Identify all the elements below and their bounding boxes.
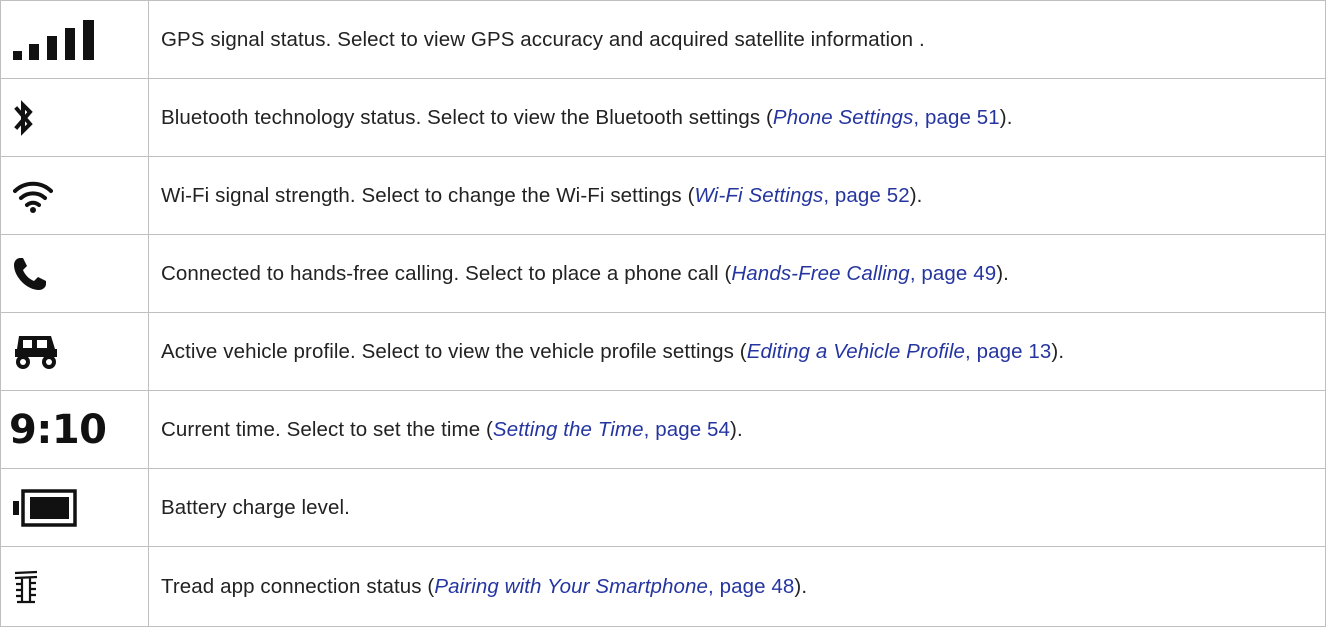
description-text: Active vehicle profile. Select to view t… [161,339,747,363]
icon-table: GPS signal status. Select to view GPS ac… [0,0,1326,627]
description-text: Battery charge level. [161,495,350,519]
link-title: Setting the Time [492,417,644,441]
phone-icon [14,257,46,290]
icon-cell [0,78,149,157]
cross-reference-link[interactable]: Phone Settings, page 51 [773,106,1000,129]
icon-cell [0,234,149,313]
description-text: Connected to hands-free calling. Select … [161,261,732,285]
wifi-icon [13,181,53,213]
description-end: ). [996,261,1009,285]
description-cell: Connected to hands-free calling. Select … [148,234,1326,313]
link-page: , page 48 [708,574,795,598]
cross-reference-link[interactable]: Setting the Time, page 54 [493,418,730,441]
icon-cell [0,468,149,547]
gps-signal-icon [13,19,94,60]
link-title: Pairing with Your Smartphone [434,574,708,598]
description-text: Current time. Select to set the time ( [161,417,493,441]
icon-cell [0,312,149,391]
table-row: Connected to hands-free calling. Select … [0,234,1326,313]
description-cell: Bluetooth technology status. Select to v… [148,78,1326,157]
description-cell: GPS signal status. Select to view GPS ac… [148,0,1326,79]
link-page: , page 13 [965,339,1052,363]
cross-reference-link[interactable]: Pairing with Your Smartphone, page 48 [434,575,794,598]
description-text: Bluetooth technology status. Select to v… [161,105,773,129]
cross-reference-link[interactable]: Hands-Free Calling, page 49 [731,262,996,285]
table-row: Tread app connection status (Pairing wit… [0,546,1326,627]
description-end: ). [730,417,743,441]
battery-icon [13,488,77,527]
icon-cell [0,546,149,627]
description-text: Tread app connection status ( [161,574,435,598]
tread-app-icon [14,570,38,603]
table-row: 9:10 Current time. Select to set the tim… [0,390,1326,469]
cross-reference-link[interactable]: Wi-Fi Settings, page 52 [695,184,910,207]
table-row: Wi-Fi signal strength. Select to change … [0,156,1326,235]
description-end: ). [794,574,808,598]
time-icon: 9:10 [9,406,107,453]
link-title: Editing a Vehicle Profile [746,339,965,363]
link-title: Hands-Free Calling [731,261,910,285]
icon-cell: 9:10 [0,390,149,469]
link-page: , page 54 [643,417,731,441]
description-end: ). [999,105,1013,129]
table-row: Battery charge level. [0,468,1326,547]
description-cell: Wi-Fi signal strength. Select to change … [148,156,1326,235]
description-text: Wi-Fi signal strength. Select to change … [161,183,695,207]
description-cell: Battery charge level. [148,468,1326,547]
cross-reference-link[interactable]: Editing a Vehicle Profile, page 13 [747,340,1052,363]
link-title: Wi-Fi Settings [694,183,824,207]
description-cell: Current time. Select to set the time (Se… [148,390,1326,469]
icon-cell [0,0,149,79]
link-page: , page 52 [823,183,910,207]
description-cell: Tread app connection status (Pairing wit… [148,546,1326,627]
vehicle-icon [15,335,57,369]
link-page: , page 49 [909,261,997,285]
table-row: Bluetooth technology status. Select to v… [0,78,1326,157]
icon-cell [0,156,149,235]
description-end: ). [909,183,923,207]
link-title: Phone Settings [772,105,914,129]
description-text: GPS signal status. Select to view GPS ac… [161,27,925,51]
link-page: , page 51 [913,105,1000,129]
bluetooth-icon [14,99,33,136]
description-cell: Active vehicle profile. Select to view t… [148,312,1326,391]
table-row: Active vehicle profile. Select to view t… [0,312,1326,391]
description-end: ). [1051,339,1065,363]
table-row: GPS signal status. Select to view GPS ac… [0,0,1326,79]
